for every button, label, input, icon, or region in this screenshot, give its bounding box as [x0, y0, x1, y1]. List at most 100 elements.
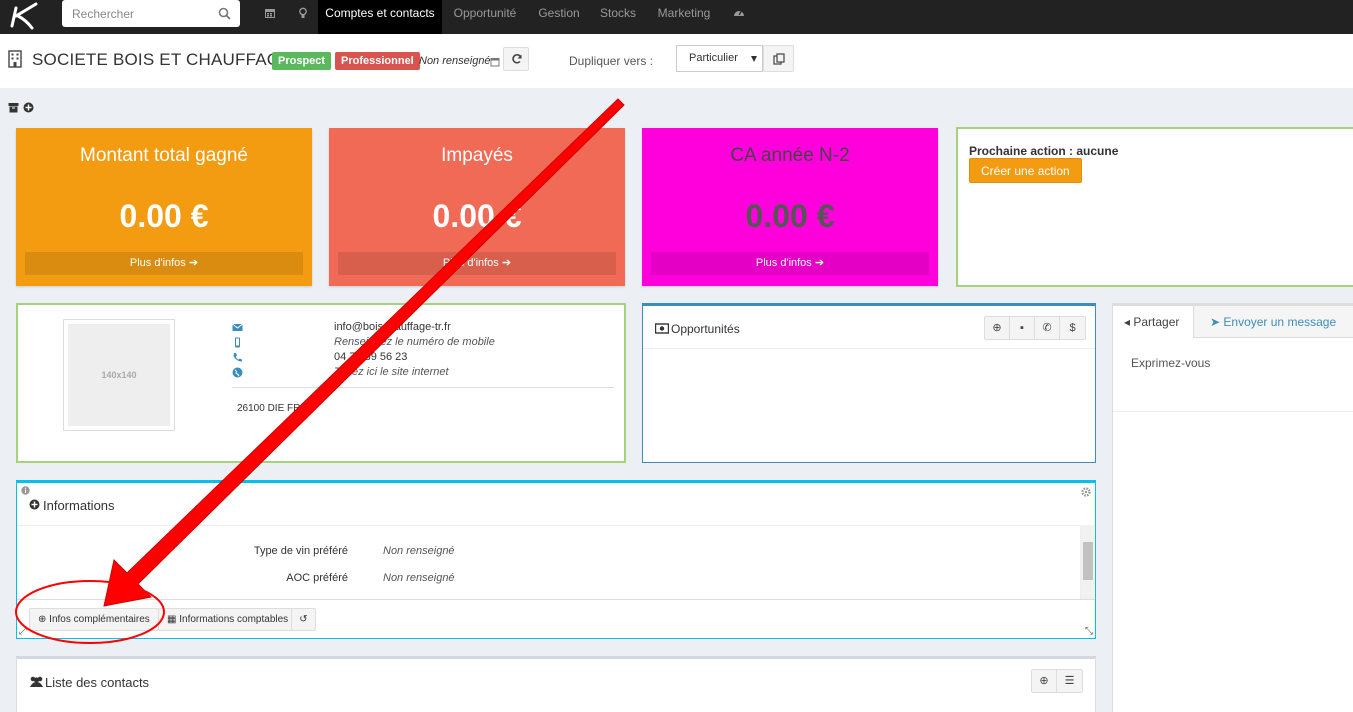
panel-title: Opportunités — [671, 322, 740, 336]
stat-title: CA année N-2 — [730, 145, 850, 166]
share-textarea[interactable]: Exprimez-vous — [1131, 356, 1210, 370]
scrollbar-thumb[interactable] — [1083, 542, 1093, 580]
panel-header: Opportunités ⊕ ▪ ✆ $ — [643, 306, 1095, 349]
stat-value: 0.00 € — [432, 198, 522, 234]
info-key: Type de vin préféré — [253, 545, 348, 557]
tab-partager[interactable]: ◂ Partager — [1113, 306, 1194, 338]
address-text: 26100 DIE FR — [237, 403, 301, 414]
dollar-button[interactable]: $ — [1060, 317, 1085, 339]
mobile-field[interactable]: Renseignez le numéro de mobile — [334, 336, 495, 348]
divider — [232, 387, 614, 388]
search-box — [62, 0, 240, 27]
next-action-label: Prochaine action : aucune — [969, 144, 1119, 158]
info-row: AOC préféré Non renseigné — [17, 572, 1081, 588]
add-contact-button[interactable]: ⊕ — [1032, 670, 1057, 692]
resize-icon[interactable]: ⤢ — [19, 626, 27, 637]
dashboard-icon[interactable] — [733, 7, 745, 19]
contact-card: 140x140 info@boischauffage-tr.fr Renseig… — [16, 303, 626, 463]
refresh-button[interactable] — [503, 47, 529, 71]
opportunities-panel: Opportunités ⊕ ▪ ✆ $ — [642, 303, 1096, 463]
page-title: SOCIETE BOIS ET CHAUFFAGE — [32, 50, 292, 69]
globe-icon — [232, 367, 243, 378]
paper-plane-icon: ➤ — [1210, 315, 1221, 329]
nav-gestion[interactable]: Gestion — [530, 0, 588, 34]
informations-comptables-button[interactable]: ▦ Informations comptables — [158, 608, 298, 631]
phone-icon — [233, 353, 242, 362]
calculator-icon: ▦ — [167, 614, 177, 625]
non-renseigne-label: Non renseigné — [419, 55, 491, 67]
arrow-circle-right-icon: ➔ — [188, 257, 199, 269]
divider — [1113, 411, 1353, 412]
duplicate-select[interactable]: Particulier — [676, 45, 763, 72]
search-icon[interactable] — [218, 7, 231, 20]
calendar-small-icon[interactable] — [490, 57, 500, 67]
nav-comptes-contacts[interactable]: Comptes et contacts — [318, 0, 442, 34]
add-circle-icon: ⊕ — [38, 614, 47, 625]
infos-complementaires-button[interactable]: ⊕ Infos complémentaires — [29, 608, 159, 631]
more-info-label: Plus d'infos — [129, 257, 186, 269]
phone-value[interactable]: 04 75 89 56 23 — [334, 351, 407, 363]
status-badge-professionnel: Professionnel — [335, 52, 420, 70]
create-action-button[interactable]: Créer une action — [969, 158, 1082, 183]
duplicate-button[interactable] — [763, 45, 794, 72]
history-icon: ↺ — [299, 614, 308, 625]
search-input[interactable] — [62, 0, 212, 27]
nav-stocks[interactable]: Stocks — [592, 0, 644, 34]
more-info-link[interactable]: Plus d'infos ➔ — [651, 252, 929, 275]
contacts-actions: ⊕ ☰ — [1031, 669, 1083, 693]
more-info-label: Plus d'infos — [442, 257, 499, 269]
resize-icon[interactable]: ⤡ — [1085, 626, 1093, 637]
more-info-link[interactable]: Plus d'infos ➔ — [338, 252, 616, 275]
list-view-button[interactable]: ☰ — [1057, 670, 1082, 692]
stat-title: Montant total gagné — [80, 145, 248, 166]
arrow-circle-right-icon: ➔ — [814, 257, 825, 269]
history-button[interactable]: ↺ — [291, 608, 316, 631]
tab-envoyer-message[interactable]: ➤ Envoyer un message — [1210, 306, 1350, 338]
panel-title: Informations — [43, 498, 115, 513]
thumb-size-label: 140x140 — [68, 324, 170, 426]
lightbulb-icon[interactable] — [297, 7, 309, 19]
stat-value: 0.00 € — [745, 198, 835, 234]
scrollbar[interactable] — [1080, 525, 1094, 599]
duplicate-label: Dupliquer vers : — [569, 54, 654, 68]
button-label: Informations comptables — [179, 614, 289, 625]
info-value[interactable]: Non renseigné — [383, 545, 455, 557]
add-circle-icon[interactable] — [23, 102, 34, 113]
informations-panel: Informations Type de vin préféré Non ren… — [16, 480, 1096, 639]
panel-title: Liste des contacts — [45, 675, 150, 690]
button-label: Infos complémentaires — [49, 614, 150, 625]
info-key: AOC préféré — [286, 572, 348, 584]
arrow-circle-right-icon: ➔ — [501, 257, 512, 269]
gear-icon[interactable] — [1081, 487, 1091, 497]
megaphone-icon: ◂ — [1124, 315, 1131, 329]
archive-button[interactable]: ▪ — [1010, 317, 1035, 339]
company-logo-placeholder[interactable]: 140x140 — [63, 319, 175, 431]
address: 26100 DIE FR ⚲ — [237, 403, 310, 414]
call-button[interactable]: ✆ — [1035, 317, 1060, 339]
stat-value: 0.00 € — [119, 198, 209, 234]
app-logo[interactable] — [6, 2, 42, 30]
contacts-list-panel: Liste des contacts ⊕ ☰ — [16, 656, 1096, 712]
stat-title: Impayés — [441, 145, 513, 166]
archive-icon[interactable] — [8, 102, 19, 113]
nav-opportunite[interactable]: Opportunité — [444, 0, 526, 34]
more-info-link[interactable]: Plus d'infos ➔ — [25, 252, 303, 275]
info-value[interactable]: Non renseigné — [383, 572, 455, 584]
calendar-icon[interactable] — [264, 7, 276, 19]
nav-marketing[interactable]: Marketing — [648, 0, 720, 34]
add-opportunity-button[interactable]: ⊕ — [985, 317, 1010, 339]
add-circle-icon[interactable] — [29, 499, 40, 510]
info-icon[interactable] — [21, 486, 30, 495]
account-header: SOCIETE BOIS ET CHAUFFAGE Prospect Profe… — [0, 34, 1353, 88]
email-link[interactable]: info@boischauffage-tr.fr — [334, 321, 451, 333]
stat-box-montant: Montant total gagné 0.00 € Plus d'infos … — [16, 128, 312, 286]
building-icon — [8, 50, 22, 68]
list-icon: ☰ — [1064, 675, 1075, 687]
mobile-icon — [235, 337, 240, 348]
add-circle-icon: ⊕ — [1039, 675, 1049, 687]
stat-box-ca-n2: CA année N-2 0.00 € Plus d'infos ➔ — [642, 128, 938, 286]
dollar-icon: $ — [1069, 322, 1076, 334]
map-marker-icon[interactable]: ⚲ — [303, 403, 310, 414]
website-field[interactable]: Tapez ici le site internet — [334, 366, 449, 378]
envelope-icon — [232, 323, 243, 331]
